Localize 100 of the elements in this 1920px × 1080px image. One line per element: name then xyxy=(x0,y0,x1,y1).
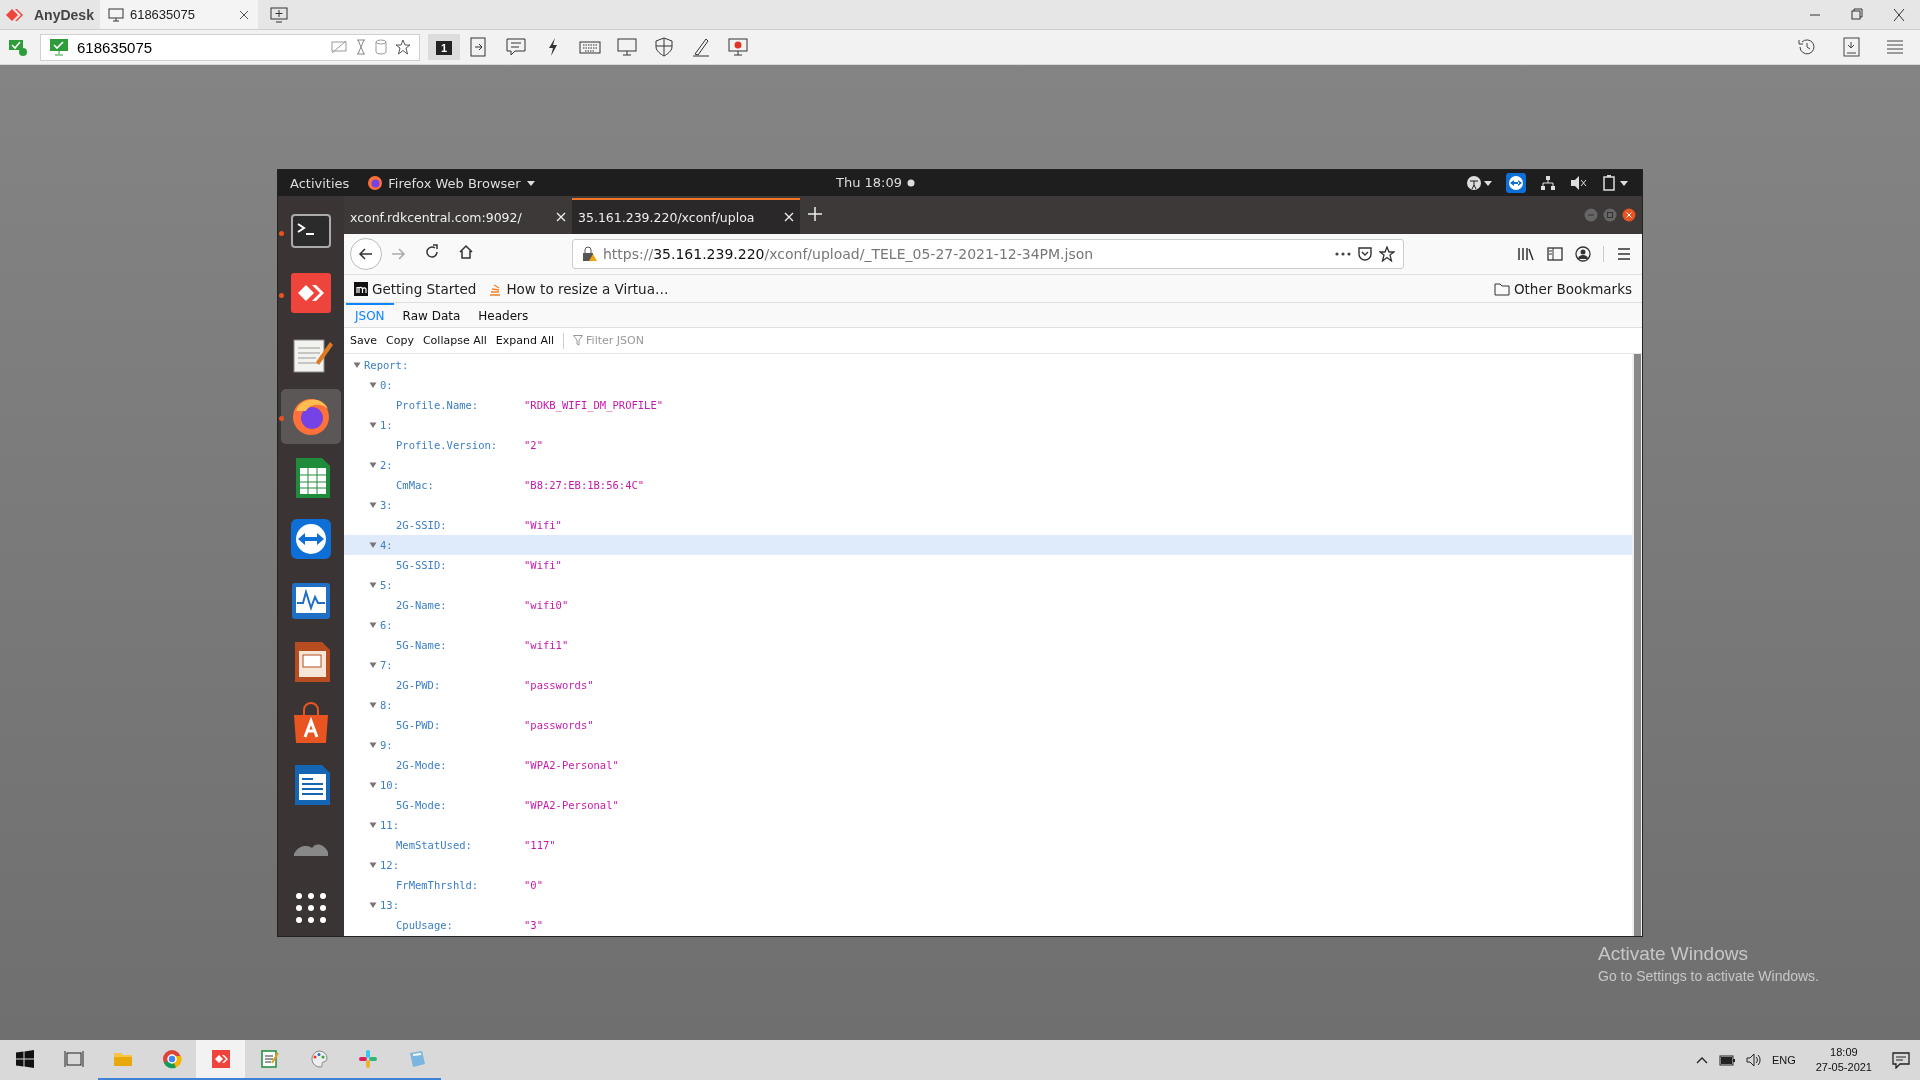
notifications-icon[interactable] xyxy=(1892,1051,1910,1069)
teamviewer-icon[interactable] xyxy=(1506,173,1526,193)
hourglass-icon[interactable] xyxy=(355,39,367,55)
toolbar-button[interactable]: Collapse All xyxy=(422,334,487,347)
expand-arrow-icon[interactable] xyxy=(369,501,377,509)
accessibility-icon[interactable] xyxy=(1466,175,1492,191)
monitor-number[interactable]: 1 xyxy=(436,41,453,55)
tree-key[interactable]: 7: xyxy=(380,659,393,671)
browser-tab[interactable]: 35.161.239.220/xconf/uploa xyxy=(572,198,800,234)
close-icon[interactable] xyxy=(237,8,250,21)
viewer-tab[interactable]: JSON xyxy=(346,303,394,327)
bookmark[interactable]: Getting Started xyxy=(372,280,477,297)
caret-icon[interactable] xyxy=(525,179,536,187)
filter-field[interactable]: Filter JSON xyxy=(586,334,707,347)
expand-arrow-icon[interactable] xyxy=(369,741,377,749)
expand-arrow-icon[interactable] xyxy=(369,661,377,669)
new-tab-icon[interactable] xyxy=(808,206,822,221)
tree-value: "Wifi" xyxy=(524,559,562,571)
network-icon[interactable] xyxy=(1540,175,1556,191)
tree-key[interactable]: 2: xyxy=(380,459,393,471)
notification-dot-icon xyxy=(907,178,915,187)
close-icon[interactable] xyxy=(784,212,794,222)
notepad-icon[interactable] xyxy=(259,1049,280,1069)
more-icon[interactable] xyxy=(1335,252,1351,256)
clock[interactable]: Thu 18:09 xyxy=(836,175,902,190)
menu-icon[interactable] xyxy=(1616,246,1632,262)
tree-key[interactable]: 12: xyxy=(380,859,399,871)
chrome-icon[interactable] xyxy=(161,1049,182,1069)
viewer-tab[interactable]: Headers xyxy=(469,303,538,327)
star-icon[interactable] xyxy=(395,39,411,55)
input-language[interactable]: ENG xyxy=(1771,1054,1796,1066)
expand-arrow-icon[interactable] xyxy=(369,581,377,589)
toolbar-button[interactable]: Save xyxy=(350,334,377,347)
tree-key[interactable]: 5: xyxy=(380,579,393,591)
expand-arrow-icon[interactable] xyxy=(369,381,377,389)
account-icon[interactable] xyxy=(1575,246,1591,262)
viewer-tab[interactable]: Raw Data xyxy=(393,303,470,327)
activities-button[interactable]: Activities xyxy=(278,175,362,191)
tree-key[interactable]: 0: xyxy=(380,379,393,391)
chevron-up-icon[interactable] xyxy=(1695,1055,1708,1065)
record-icon[interactable] xyxy=(726,36,749,58)
tree-key: 5G-Name: xyxy=(396,639,524,651)
pocket-icon[interactable] xyxy=(1357,246,1373,262)
scrollbar-thumb[interactable] xyxy=(1633,354,1641,936)
download-book-icon[interactable] xyxy=(1840,36,1862,58)
firefox-icon xyxy=(367,175,384,191)
expand-arrow-icon[interactable] xyxy=(353,361,361,369)
expand-arrow-icon[interactable] xyxy=(369,621,377,629)
close-icon[interactable] xyxy=(556,212,566,222)
other-bookmarks[interactable]: Other Bookmarks xyxy=(1513,280,1632,297)
tree-key[interactable]: 11: xyxy=(380,819,399,831)
palette-icon[interactable] xyxy=(308,1049,329,1069)
windows-start-icon[interactable] xyxy=(15,1050,34,1068)
tree-value: "117" xyxy=(524,839,556,851)
expand-arrow-icon[interactable] xyxy=(369,781,377,789)
toolbar-button[interactable]: Expand All xyxy=(495,334,555,347)
close-icon[interactable] xyxy=(1622,208,1636,222)
shield-icon[interactable] xyxy=(652,36,675,58)
back-icon[interactable] xyxy=(358,246,374,262)
speaker-icon[interactable] xyxy=(1745,1053,1762,1067)
toolbar-button[interactable]: Copy xyxy=(386,334,414,347)
battery-plug-icon[interactable] xyxy=(1717,1053,1736,1067)
volume-muted-icon[interactable] xyxy=(1570,175,1588,191)
lock-warning-icon xyxy=(581,246,597,262)
sidebar-icon[interactable] xyxy=(1547,246,1563,262)
task-view-icon[interactable] xyxy=(63,1049,84,1069)
star-icon[interactable] xyxy=(1379,246,1395,262)
home-icon[interactable] xyxy=(458,244,474,260)
slack-icon[interactable] xyxy=(357,1049,378,1069)
expand-arrow-icon[interactable] xyxy=(369,461,377,469)
tree-key[interactable]: 3: xyxy=(380,499,393,511)
new-tab-icon[interactable] xyxy=(269,6,288,23)
reload-icon[interactable] xyxy=(424,244,440,260)
cylinder-icon[interactable] xyxy=(375,39,387,55)
tree-key[interactable]: 6: xyxy=(380,619,393,631)
tree-key[interactable]: 8: xyxy=(380,699,393,711)
app-name: AnyDesk xyxy=(34,6,94,23)
expand-arrow-icon[interactable] xyxy=(369,421,377,429)
app-menu[interactable]: Firefox Web Browser xyxy=(388,175,521,191)
battery-icon[interactable] xyxy=(1602,175,1628,191)
history-icon[interactable] xyxy=(1796,36,1818,58)
expand-arrow-icon[interactable] xyxy=(369,541,377,549)
browser-tab[interactable]: xconf.rdkcentral.com:9092/ xyxy=(344,198,572,234)
library-icon[interactable] xyxy=(1517,246,1535,262)
tree-key: Profile.Version: xyxy=(396,439,524,451)
expand-arrow-icon[interactable] xyxy=(369,821,377,829)
clock[interactable]: 18:09 27-05-2021 xyxy=(1805,1045,1882,1075)
tree-key: MemStatUsed: xyxy=(396,839,524,851)
tree-key[interactable]: 1: xyxy=(380,419,393,431)
tree-key[interactable]: 10: xyxy=(380,779,399,791)
display-icon[interactable] xyxy=(615,36,638,58)
tree-key[interactable]: 13: xyxy=(380,899,399,911)
tree-key[interactable]: Report: xyxy=(364,359,409,371)
expand-arrow-icon[interactable] xyxy=(369,701,377,709)
chat-icon[interactable] xyxy=(504,36,527,58)
expand-arrow-icon[interactable] xyxy=(369,861,377,869)
bookmark[interactable]: How to resize a Virtua… xyxy=(506,280,669,297)
tree-key[interactable]: 9: xyxy=(380,739,393,751)
session-tab[interactable]: 618635075 xyxy=(99,0,258,29)
expand-arrow-icon[interactable] xyxy=(369,901,377,909)
